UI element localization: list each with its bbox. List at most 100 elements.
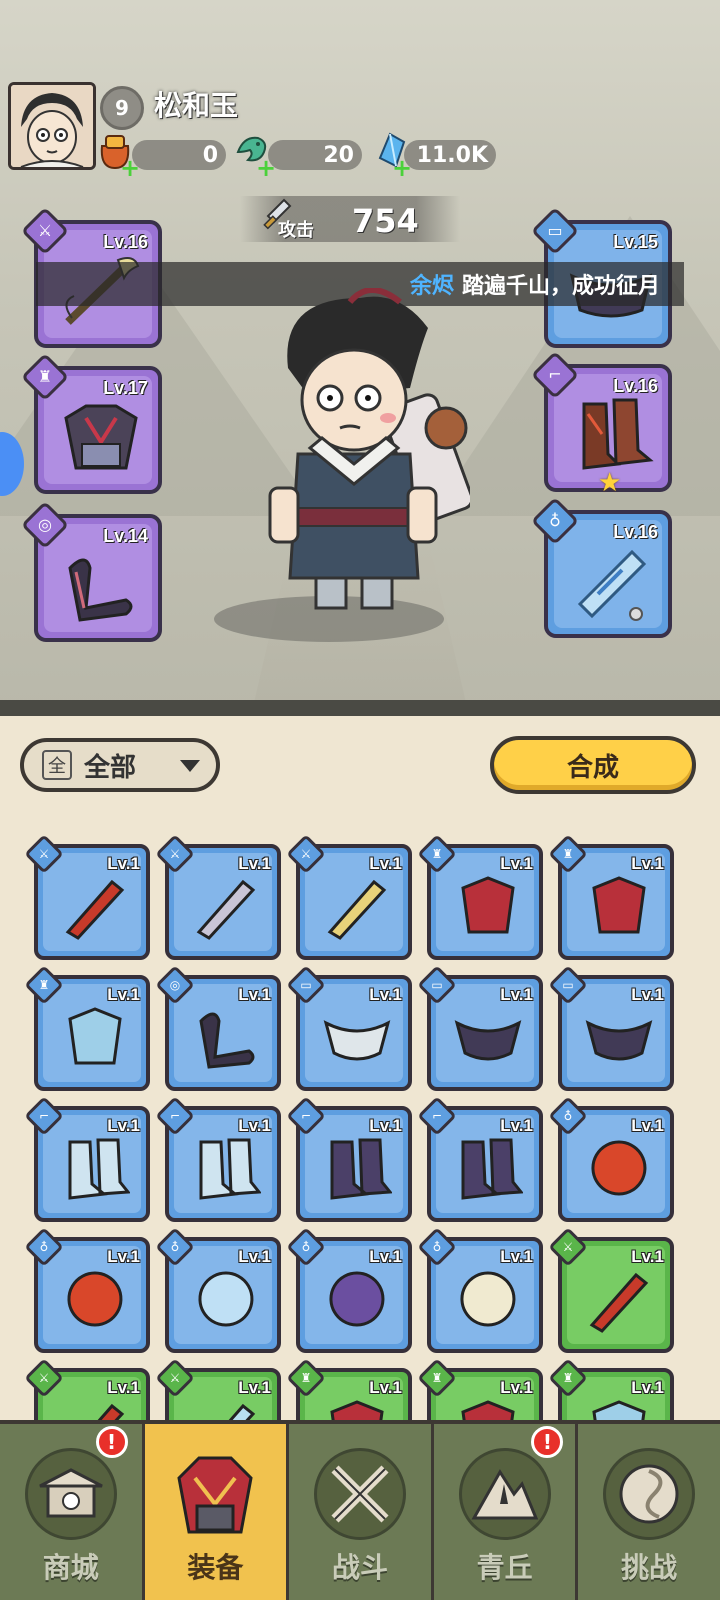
inventory-item[interactable]: ♁ Lv.1: [155, 1227, 281, 1353]
bottom-nav: ! 商城 装备 战斗 ! 青丘 挑战: [0, 1420, 720, 1600]
inventory-item[interactable]: ⚔ Lv.1: [24, 834, 150, 960]
jade-pendant-icon: [198, 1271, 254, 1327]
dark-armor-icon: [64, 404, 138, 470]
dark-belt-icon: [454, 1020, 522, 1061]
inventory-item[interactable]: ⌐ Lv.1: [286, 1096, 412, 1222]
inventory-item[interactable]: ♜ Lv.1: [24, 965, 150, 1091]
item-level: Lv.1: [500, 985, 533, 1004]
treasure-count: 0: [132, 140, 226, 170]
inventory-item[interactable]: ▭ Lv.1: [286, 965, 412, 1091]
ice-bow-icon: [228, 1403, 256, 1420]
hero-character[interactable]: [250, 288, 470, 628]
red-flower-whip-icon: [97, 1403, 125, 1420]
inventory-item[interactable]: ◎ Lv.1: [155, 965, 281, 1091]
item-level: Lv.1: [107, 1247, 140, 1266]
inventory-item[interactable]: ♁ Lv.1: [24, 1227, 150, 1353]
purple-boots-icon: [330, 1138, 392, 1200]
inventory-item[interactable]: ♜ Lv.1: [286, 1358, 412, 1420]
crystal-count: 11.0K: [404, 140, 496, 170]
attack-value: 754: [352, 202, 419, 240]
attack-label: 攻击: [278, 220, 314, 241]
equip-level: Lv.17: [103, 378, 148, 398]
tab-label: 青丘: [476, 1551, 533, 1584]
shop-icon: [24, 1448, 117, 1540]
item-level: Lv.1: [238, 854, 271, 873]
item-level: Lv.1: [500, 854, 533, 873]
purple-boots-icon: [461, 1138, 523, 1200]
filter-dropdown[interactable]: 全 全部: [20, 738, 220, 792]
inventory-item[interactable]: ♁ Lv.1: [417, 1227, 543, 1353]
item-level: Lv.1: [369, 985, 402, 1004]
item-level: Lv.1: [500, 1247, 533, 1266]
red-flower-whip-icon: [65, 879, 125, 940]
equipment-icon: [169, 1448, 261, 1540]
inventory-item[interactable]: ♁ Lv.1: [286, 1227, 412, 1353]
red-armor-icon: [461, 876, 515, 934]
scene-divider: [0, 700, 720, 716]
dark-belt-icon: [585, 1020, 653, 1061]
merge-button[interactable]: 合成: [490, 736, 696, 794]
challenge-icon: [603, 1448, 696, 1540]
red-armor-icon: [330, 1400, 384, 1420]
ice-armor-icon: [592, 1400, 646, 1420]
inventory-item[interactable]: ▭ Lv.1: [548, 965, 674, 1091]
fire-orb-icon: [591, 1140, 647, 1196]
inventory-item[interactable]: ⚔ Lv.1: [548, 1227, 674, 1353]
equip-slot-bracer[interactable]: ◎ Lv.14: [20, 500, 162, 642]
tab-equipment[interactable]: 装备: [144, 1424, 290, 1600]
item-level: Lv.1: [238, 985, 271, 1004]
jade-pendant-icon: [577, 549, 647, 621]
avatar[interactable]: [8, 82, 96, 170]
tab-challenge[interactable]: 挑战: [578, 1424, 720, 1600]
equip-slot-armor[interactable]: ♜ Lv.17: [20, 352, 162, 494]
inventory-panel: 全 全部 合成 ⚔ Lv.1 ⚔ Lv.1 ⚔ Lv.1 ♜ Lv.1 ♜ Lv.1 ♜ Lv.1 ◎ L…: [0, 716, 720, 1420]
inventory-item[interactable]: ⚔ Lv.1: [155, 1358, 281, 1420]
equip-slot-accessory[interactable]: ♁ Lv.16: [530, 496, 672, 638]
inventory-item[interactable]: ♜ Lv.1: [417, 1358, 543, 1420]
inventory-item[interactable]: ⌐ Lv.1: [24, 1096, 150, 1222]
tab-label: 装备: [187, 1551, 244, 1584]
equip-slot-boots[interactable]: ⌐ Lv.16 ★: [530, 350, 672, 498]
item-level: Lv.1: [631, 1116, 664, 1135]
player-level: 9: [100, 86, 144, 130]
filter-label: 全部: [84, 752, 137, 783]
fur-belt-icon: [323, 1020, 391, 1061]
fang-necklace-icon: [460, 1271, 516, 1327]
tab-battle[interactable]: 战斗: [289, 1424, 434, 1600]
equip-level: Lv.16: [613, 376, 658, 396]
inventory-item[interactable]: ⚔ Lv.1: [155, 834, 281, 960]
red-armor-icon: [592, 876, 646, 934]
item-level: Lv.1: [631, 854, 664, 873]
item-level: Lv.1: [369, 1116, 402, 1135]
item-level: Lv.1: [369, 854, 402, 873]
jade-count: 20: [268, 140, 362, 170]
equip-level: Lv.16: [613, 522, 658, 542]
tab-label: 战斗: [331, 1551, 388, 1584]
item-level: Lv.1: [631, 985, 664, 1004]
red-armor-icon: [461, 1400, 515, 1420]
inventory-item[interactable]: ⚔ Lv.1: [24, 1358, 150, 1420]
tab-qingqiu[interactable]: ! 青丘: [434, 1424, 579, 1600]
item-level: Lv.1: [107, 985, 140, 1004]
filter-box-icon: 全: [42, 750, 72, 780]
item-level: Lv.1: [500, 1116, 533, 1135]
equip-level: Lv.14: [103, 526, 148, 546]
inventory-item[interactable]: ⌐ Lv.1: [155, 1096, 281, 1222]
ice-boots-icon: [199, 1138, 261, 1200]
ice-armor-icon: [68, 1007, 122, 1065]
item-level: Lv.1: [238, 1247, 271, 1266]
inventory-item[interactable]: ♜ Lv.1: [417, 834, 543, 960]
inventory-item[interactable]: ♜ Lv.1: [548, 1358, 674, 1420]
tab-shop[interactable]: ! 商城: [0, 1424, 145, 1600]
alert-badge: !: [95, 1426, 128, 1458]
tab-label: 商城: [42, 1551, 99, 1584]
ice-boots-icon: [68, 1138, 130, 1200]
inventory-item[interactable]: ♁ Lv.1: [548, 1096, 674, 1222]
inventory-item[interactable]: ⚔ Lv.1: [286, 834, 412, 960]
bracer-item-icon: [199, 1012, 255, 1069]
inventory-item[interactable]: ⌐ Lv.1: [417, 1096, 543, 1222]
inventory-item[interactable]: ♜ Lv.1: [548, 834, 674, 960]
bracer-item-icon: [68, 558, 133, 622]
purple-amulet-icon: [329, 1271, 385, 1327]
inventory-item[interactable]: ▭ Lv.1: [417, 965, 543, 1091]
